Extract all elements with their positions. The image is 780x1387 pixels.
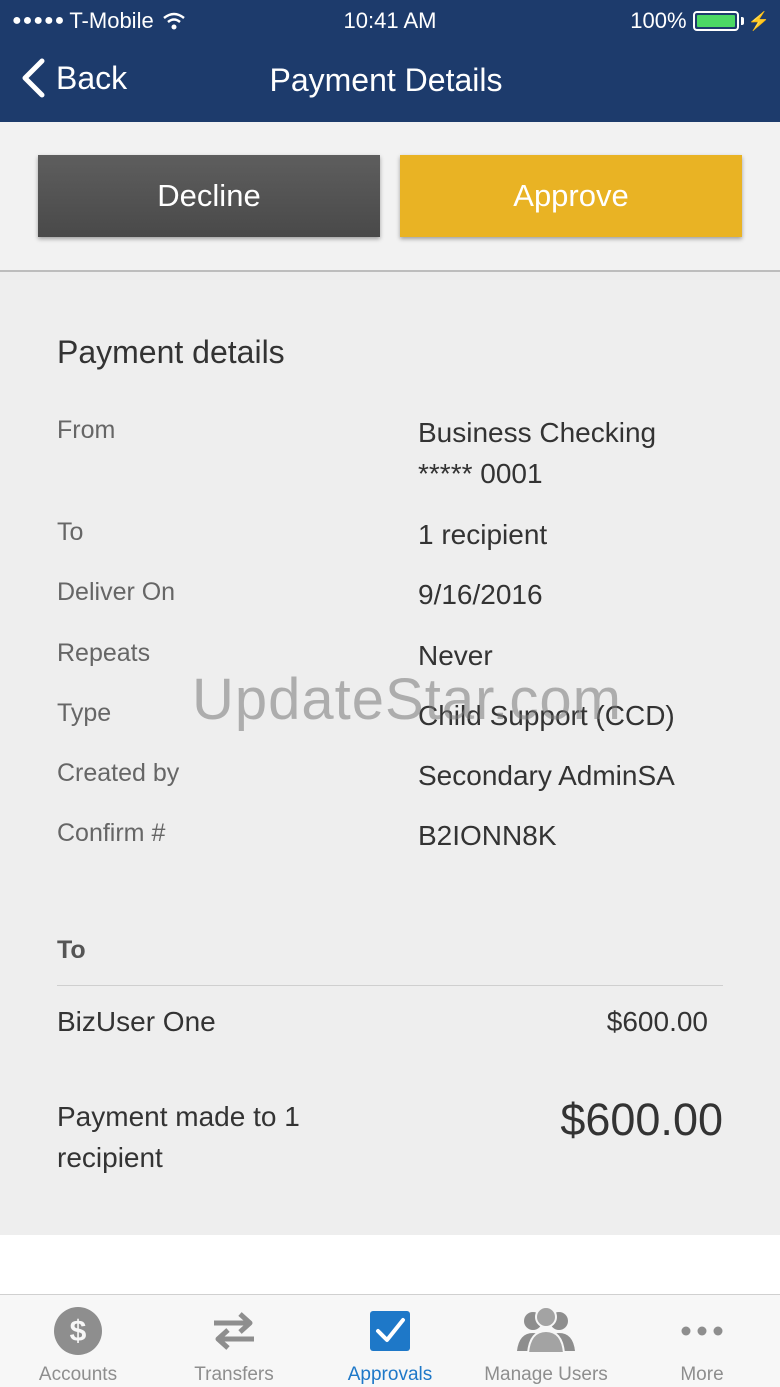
to-label: To [57, 518, 84, 546]
approve-button[interactable]: Approve [400, 155, 742, 237]
charging-icon: ⚡ [747, 10, 770, 31]
decline-button[interactable]: Decline [38, 155, 380, 237]
transfer-arrows-icon [214, 1312, 254, 1350]
created-by-value: Secondary AdminSA [418, 760, 675, 791]
deliver-on-label: Deliver On [57, 578, 176, 606]
divider [57, 985, 723, 986]
repeats-label: Repeats [57, 639, 151, 667]
from-account-name: Business Checking [418, 417, 657, 448]
tab-label: Manage Users [484, 1364, 608, 1385]
type-label: Type [57, 699, 112, 727]
confirm-number-value: B2IONN8K [418, 820, 557, 851]
from-account-number: ***** 0001 [418, 458, 543, 489]
total-amount: $600.00 [560, 1094, 723, 1145]
svg-text:$: $ [70, 1315, 87, 1348]
deliver-on-value: 9/16/2016 [418, 579, 543, 610]
battery-icon [692, 11, 739, 31]
status-bar: ●●●●● T-Mobile 10:41 AM 100% ⚡ [0, 0, 780, 40]
to-value: 1 recipient [418, 519, 548, 550]
total-label: Payment made to 1 recipient [57, 1101, 300, 1173]
tab-more[interactable]: More [624, 1295, 780, 1387]
tab-bar: $ Accounts Transfers Approvals Manage Us… [0, 1294, 780, 1387]
tab-transfers[interactable]: Transfers [156, 1295, 312, 1387]
navigation-bar: Back Payment Details [0, 40, 780, 122]
status-right: 100% ⚡ [630, 8, 770, 34]
tab-label: More [680, 1364, 724, 1385]
battery-percent: 100% [630, 8, 687, 33]
users-icon [517, 1306, 575, 1354]
payment-details-panel: Payment details From Business Checking *… [0, 272, 780, 1235]
recipients-header: To [57, 936, 86, 964]
confirm-number-label: Confirm # [57, 819, 166, 847]
dollar-icon: $ [54, 1307, 102, 1355]
recipient-name: BizUser One [57, 1006, 216, 1037]
page-title: Payment Details [269, 62, 503, 98]
recipient-amount: $600.00 [606, 1006, 708, 1037]
watermark: UpdateStar.com [192, 667, 622, 732]
from-value: Business Checking ***** 0001 [418, 412, 656, 494]
tab-label: Transfers [194, 1364, 274, 1385]
tab-label: Approvals [347, 1364, 433, 1385]
action-bar: Decline Approve [0, 122, 780, 272]
section-title: Payment details [57, 334, 285, 370]
tab-manage-users[interactable]: Manage Users [468, 1295, 624, 1387]
tab-approvals[interactable]: Approvals [312, 1295, 468, 1387]
app-header: ●●●●● T-Mobile 10:41 AM 100% ⚡ Back Paym… [0, 0, 780, 122]
from-label: From [57, 416, 116, 444]
created-by-label: Created by [57, 759, 180, 787]
battery-tip [740, 17, 744, 25]
tab-label: Accounts [38, 1364, 118, 1385]
tab-accounts[interactable]: $ Accounts [0, 1295, 156, 1387]
checkbox-icon [370, 1311, 410, 1351]
more-dots-icon [681, 1326, 723, 1336]
